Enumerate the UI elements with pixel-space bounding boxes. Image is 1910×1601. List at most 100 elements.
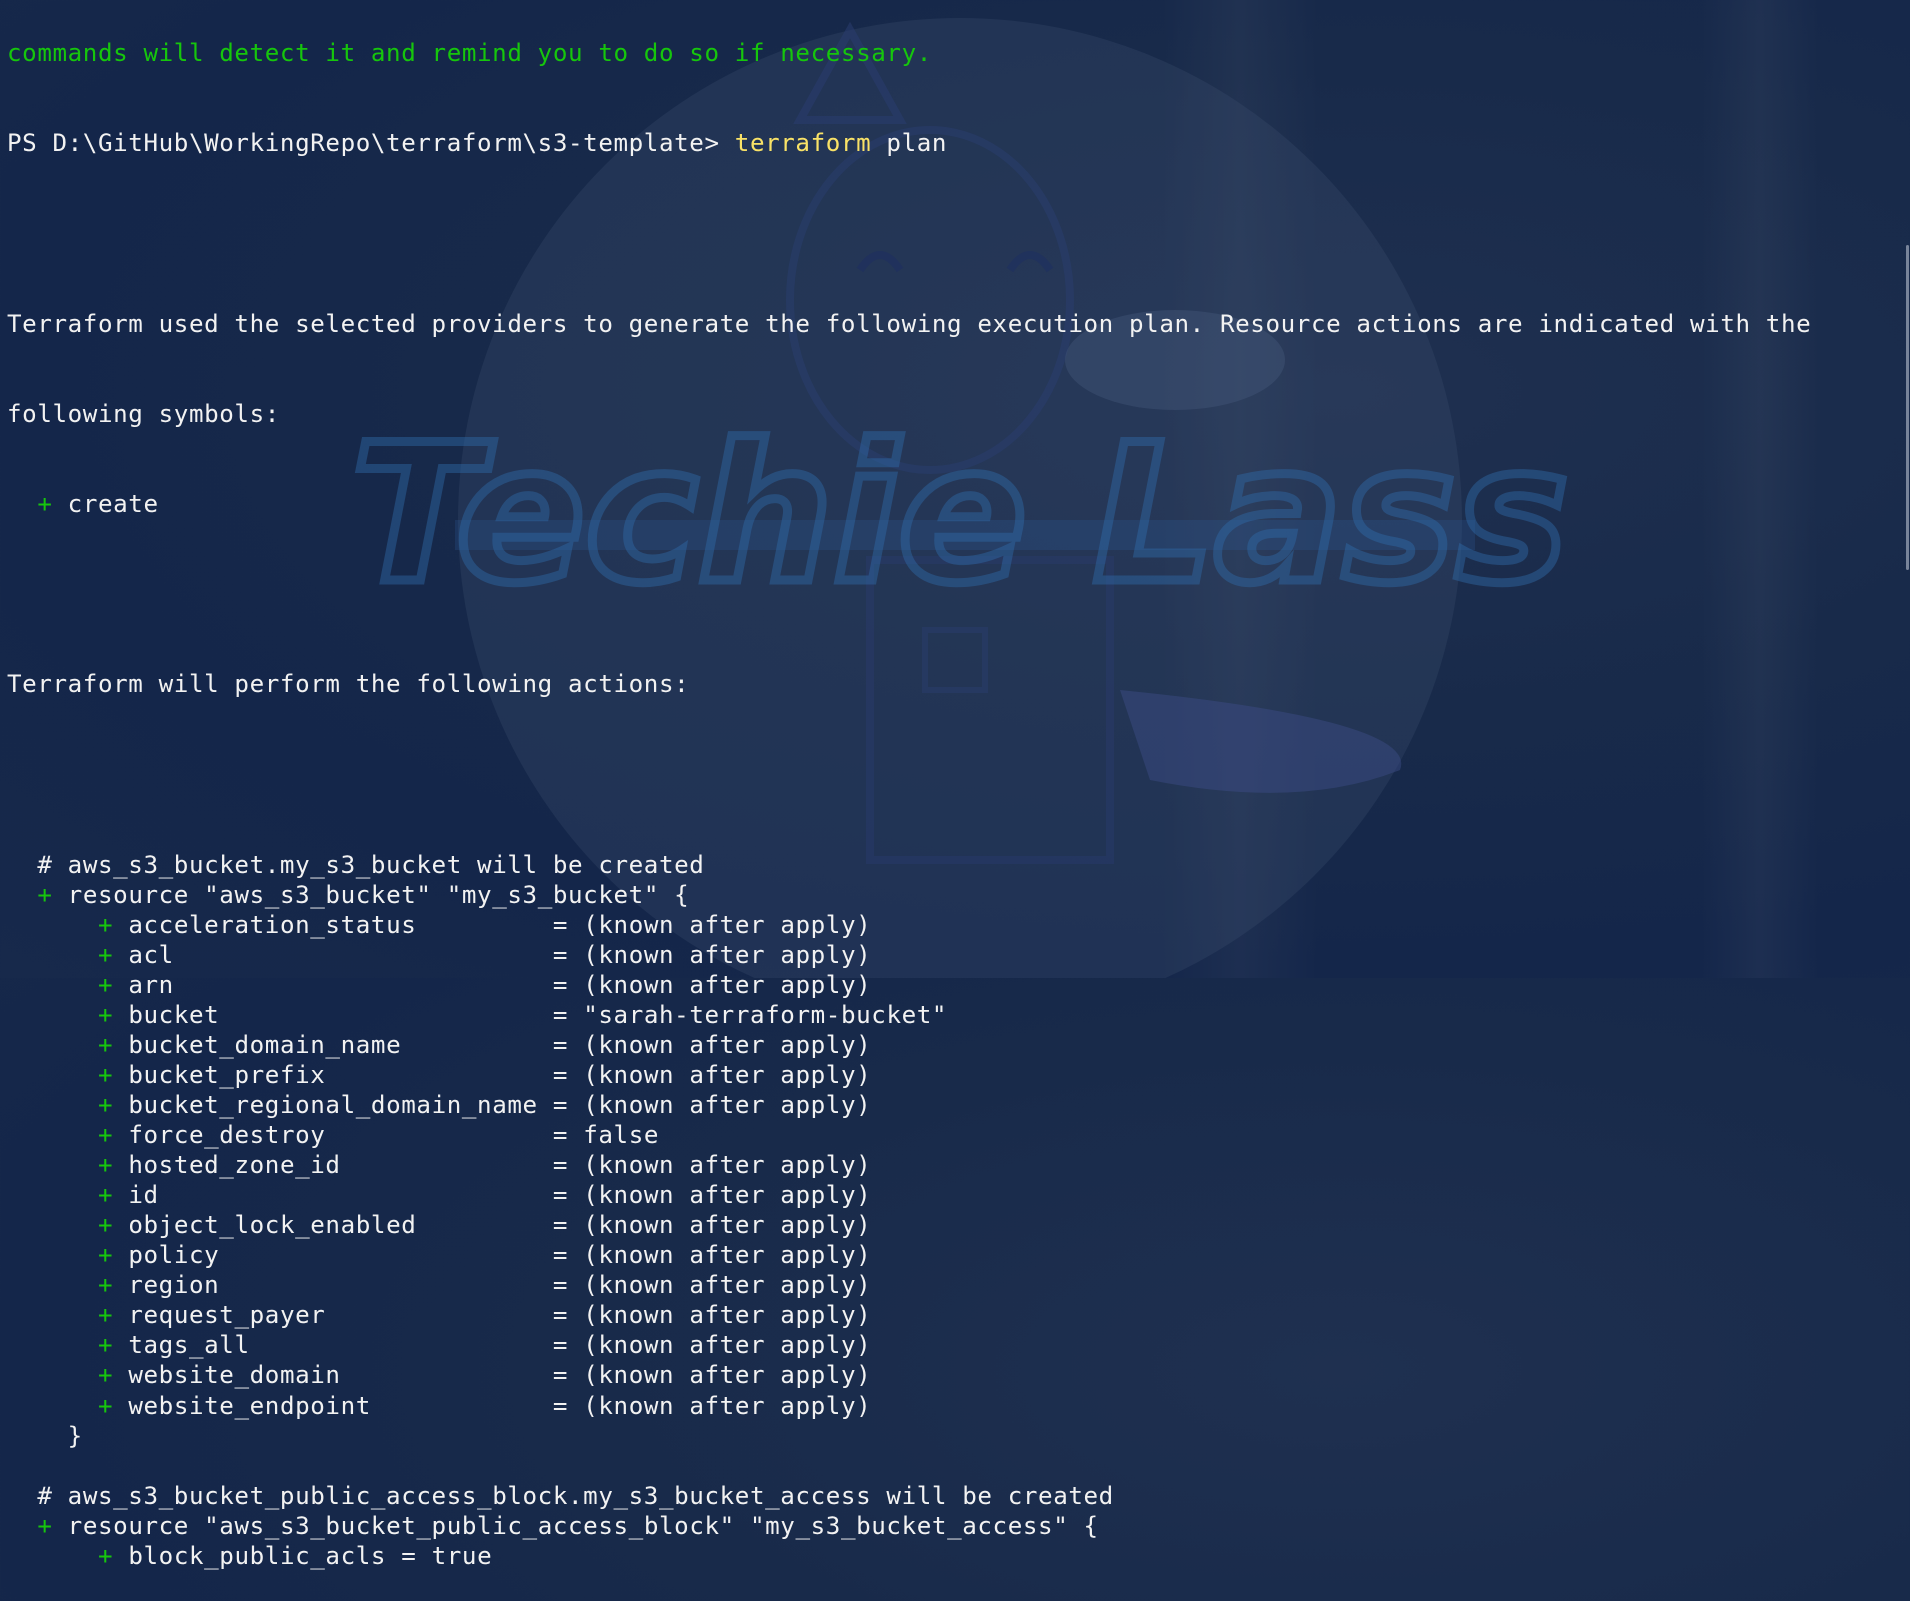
plus-icon: + xyxy=(97,1391,114,1420)
attribute-name: bucket_regional_domain_name xyxy=(128,1091,538,1120)
plus-icon: + xyxy=(97,910,114,939)
attribute-row: + request_payer = (known after apply) xyxy=(7,1300,1890,1330)
attribute-padding: = xyxy=(325,1121,584,1150)
attribute-row: + acceleration_status = (known after app… xyxy=(7,910,1890,940)
declaration-text: resource "aws_s3_bucket" "my_s3_bucket" … xyxy=(67,880,690,909)
attribute-value: (known after apply) xyxy=(583,1271,872,1300)
attribute-value: (known after apply) xyxy=(583,1361,872,1390)
plus-icon: + xyxy=(97,1241,114,1270)
attribute-row: + hosted_zone_id = (known after apply) xyxy=(7,1150,1890,1180)
attribute-value: (known after apply) xyxy=(583,1030,872,1059)
attribute-padding: = xyxy=(173,940,584,969)
attribute-padding: = xyxy=(370,1391,584,1420)
terminal-output[interactable]: commands will detect it and remind you t… xyxy=(7,0,1890,1601)
attribute-padding: = xyxy=(340,1151,584,1180)
closing-brace: } xyxy=(67,1421,83,1450)
attribute-padding: = xyxy=(158,1181,584,1210)
plus-icon: + xyxy=(37,489,53,518)
attribute-name: website_domain xyxy=(128,1361,341,1390)
plan-intro-line: Terraform used the selected providers to… xyxy=(7,309,1812,338)
attribute-name: id xyxy=(128,1181,159,1210)
plus-icon: + xyxy=(97,1000,114,1029)
command-args: plan xyxy=(871,129,948,158)
attribute-value: (known after apply) xyxy=(583,970,872,999)
resource-closing-brace: } xyxy=(7,1421,1890,1451)
attribute-value: (known after apply) xyxy=(583,1151,872,1180)
previous-output-line: commands will detect it and remind you t… xyxy=(7,39,932,68)
attribute-name: bucket_prefix xyxy=(128,1061,326,1089)
attribute-value: (known after apply) xyxy=(583,1181,872,1210)
attribute-name: bucket_domain_name xyxy=(128,1030,402,1059)
plus-icon: + xyxy=(97,1361,114,1390)
plus-icon: + xyxy=(97,1030,114,1059)
attribute-padding: = xyxy=(173,970,584,999)
attribute-padding: = xyxy=(249,1331,584,1360)
attribute-row: + force_destroy = false xyxy=(7,1120,1890,1150)
attribute-value: (known after apply) xyxy=(583,1331,872,1360)
attribute-padding: = xyxy=(416,910,584,939)
plus-icon: + xyxy=(97,1181,114,1210)
attribute-padding: = xyxy=(537,1091,584,1120)
resource-declaration: + resource "aws_s3_bucket_public_access_… xyxy=(7,1511,1890,1541)
comment-text: # aws_s3_bucket_public_access_block.my_s… xyxy=(37,1481,1114,1510)
attribute-name: block_public_acls xyxy=(128,1541,387,1570)
resource-comment: # aws_s3_bucket.my_s3_bucket will be cre… xyxy=(7,850,1890,880)
prompt: PS D:\GitHub\WorkingRepo\terraform\s3-te… xyxy=(7,129,735,158)
attribute-padding: = xyxy=(325,1061,584,1089)
plus-icon: + xyxy=(97,1211,114,1240)
attribute-name: force_destroy xyxy=(128,1121,326,1150)
attribute-row: + tags_all = (known after apply) xyxy=(7,1330,1890,1360)
attribute-row: + website_domain = (known after apply) xyxy=(7,1360,1890,1390)
terminal-scrollbar[interactable] xyxy=(1906,245,1909,570)
attribute-name: tags_all xyxy=(128,1331,250,1360)
attribute-value: (known after apply) xyxy=(583,1091,872,1120)
resource-comment: # aws_s3_bucket_public_access_block.my_s… xyxy=(7,1481,1890,1511)
attribute-row: + website_endpoint = (known after apply) xyxy=(7,1391,1890,1421)
attribute-name: hosted_zone_id xyxy=(128,1151,341,1180)
attribute-row: + bucket_prefix = (known after apply) xyxy=(7,1060,1890,1090)
plus-icon: + xyxy=(97,1301,114,1330)
comment-text: # aws_s3_bucket.my_s3_bucket will be cre… xyxy=(37,850,705,879)
plus-icon: + xyxy=(97,1091,114,1120)
attribute-padding: = xyxy=(386,1541,432,1570)
attribute-value: (known after apply) xyxy=(583,910,872,939)
resource-list: # aws_s3_bucket.my_s3_bucket will be cre… xyxy=(7,850,1890,1571)
attribute-value: (known after apply) xyxy=(583,1391,872,1420)
declaration-text: resource "aws_s3_bucket_public_access_bl… xyxy=(67,1511,1099,1540)
attribute-row: + block_public_acls = true xyxy=(7,1541,1890,1571)
attribute-value: (known after apply) xyxy=(583,940,872,969)
attribute-padding: = xyxy=(219,1271,584,1300)
attribute-name: region xyxy=(128,1271,220,1300)
attribute-row: + region = (known after apply) xyxy=(7,1270,1890,1300)
attribute-row: + bucket = "sarah-terraform-bucket" xyxy=(7,1000,1890,1030)
plus-icon: + xyxy=(97,1061,114,1089)
plus-icon: + xyxy=(37,1511,53,1540)
plus-icon: + xyxy=(97,1271,114,1300)
plus-icon: + xyxy=(97,970,114,999)
plus-icon: + xyxy=(97,1331,114,1360)
attribute-padding: = xyxy=(219,1000,584,1029)
plus-icon: + xyxy=(97,1121,114,1150)
symbol-legend-create: + create xyxy=(7,489,1890,519)
attribute-value: false xyxy=(583,1121,660,1150)
prompt-line: PS D:\GitHub\WorkingRepo\terraform\s3-te… xyxy=(7,128,1890,158)
plus-icon: + xyxy=(37,880,53,909)
plan-intro-line: following symbols: xyxy=(7,399,280,428)
actions-header: Terraform will perform the following act… xyxy=(7,670,690,699)
attribute-value: true xyxy=(431,1541,493,1570)
attribute-padding: = xyxy=(325,1301,584,1330)
attribute-row: + arn = (known after apply) xyxy=(7,970,1890,1000)
attribute-value: (known after apply) xyxy=(583,1241,872,1270)
attribute-row: + acl = (known after apply) xyxy=(7,940,1890,970)
attribute-padding: = xyxy=(340,1361,584,1390)
attribute-value: (known after apply) xyxy=(583,1211,872,1240)
plus-icon: + xyxy=(97,940,114,969)
attribute-value: (known after apply) xyxy=(583,1061,872,1089)
attribute-name: bucket xyxy=(128,1000,220,1029)
plus-icon: + xyxy=(97,1151,114,1180)
attribute-value: (known after apply) xyxy=(583,1301,872,1330)
attribute-name: website_endpoint xyxy=(128,1391,371,1420)
